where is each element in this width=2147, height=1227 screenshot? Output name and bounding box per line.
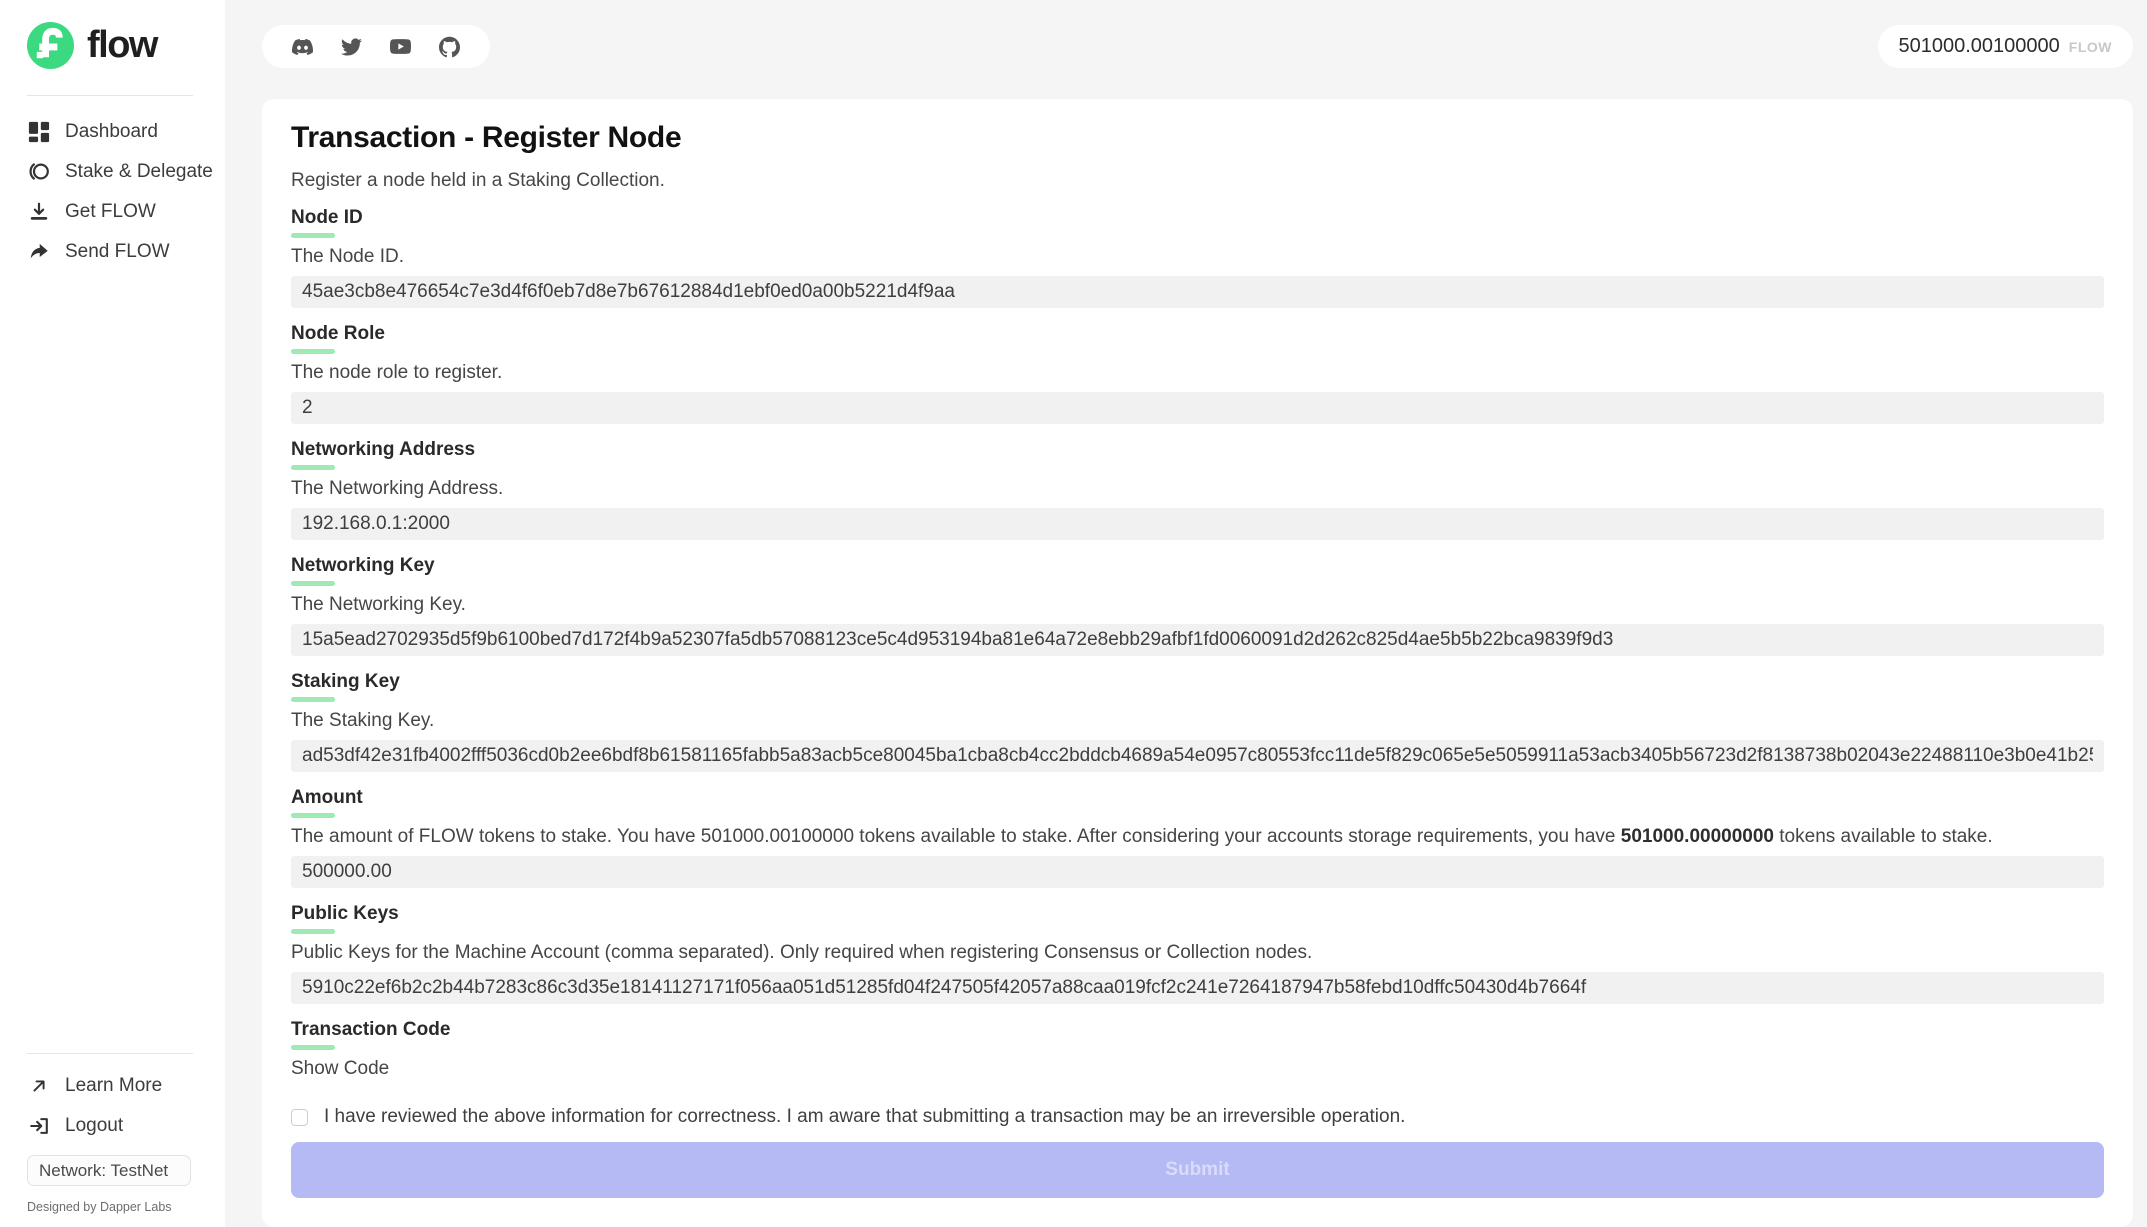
field-description: The Staking Key.: [291, 710, 2104, 732]
confirmation-row: I have reviewed the above information fo…: [291, 1106, 2104, 1128]
field-label: Node Role: [291, 323, 2104, 345]
flow-logo-icon: [27, 22, 74, 69]
sidebar-item-label: Send FLOW: [65, 241, 170, 263]
sidebar-item-label: Stake & Delegate: [65, 161, 213, 183]
sidebar-nav: Dashboard Stake & Delegate Get FLOW: [27, 120, 225, 263]
confirmation-label: I have reviewed the above information fo…: [324, 1106, 1405, 1128]
field-node-role: Node Role The node role to register.: [291, 323, 2104, 424]
brand-wordmark: flow: [87, 24, 157, 67]
label-underline: [291, 465, 335, 470]
node-role-input[interactable]: [291, 392, 2104, 424]
flow-brand[interactable]: flow: [27, 22, 225, 69]
field-label: Staking Key: [291, 671, 2104, 693]
sidebar-item-label: Learn More: [65, 1075, 162, 1097]
sidebar-footer-divider: [27, 1053, 193, 1054]
field-amount: Amount The amount of FLOW tokens to stak…: [291, 787, 2104, 888]
field-label: Networking Key: [291, 555, 2104, 577]
twitter-icon[interactable]: [341, 36, 362, 57]
sidebar-item-dashboard[interactable]: Dashboard: [27, 120, 225, 143]
balance-unit: FLOW: [2069, 39, 2112, 55]
youtube-icon[interactable]: [390, 36, 411, 57]
logout-icon: [27, 1114, 50, 1137]
field-node-id: Node ID The Node ID.: [291, 207, 2104, 308]
balance-amount: 501000.00100000: [1899, 35, 2060, 58]
github-icon[interactable]: [439, 36, 460, 57]
show-code-link[interactable]: Show Code: [291, 1058, 389, 1080]
external-link-arrow-icon: [27, 1074, 50, 1097]
credit-text: Designed by Dapper Labs: [27, 1200, 195, 1214]
field-public-keys: Public Keys Public Keys for the Machine …: [291, 903, 2104, 1004]
node-id-input[interactable]: [291, 276, 2104, 308]
sidebar-item-learn-more[interactable]: Learn More: [27, 1074, 195, 1097]
field-description: The Networking Key.: [291, 594, 2104, 616]
confirmation-checkbox[interactable]: [291, 1109, 308, 1126]
field-label: Public Keys: [291, 903, 2104, 925]
field-label: Networking Address: [291, 439, 2104, 461]
label-underline: [291, 233, 335, 238]
network-badge: Network: TestNet: [27, 1155, 191, 1186]
staking-key-input[interactable]: [291, 740, 2104, 772]
sidebar-item-get-flow[interactable]: Get FLOW: [27, 200, 225, 223]
stake-circles-icon: [27, 160, 50, 183]
field-label: Node ID: [291, 207, 2104, 229]
sidebar-item-stake-delegate[interactable]: Stake & Delegate: [27, 160, 225, 183]
label-underline: [291, 813, 335, 818]
label-underline: [291, 929, 335, 934]
sidebar-item-label: Dashboard: [65, 121, 158, 143]
sidebar-divider: [27, 95, 193, 96]
field-label: Amount: [291, 787, 2104, 809]
amount-input[interactable]: [291, 856, 2104, 888]
main-area: 501000.00100000 FLOW Transaction - Regis…: [225, 0, 2147, 1227]
field-description: The node role to register.: [291, 362, 2104, 384]
page-title: Transaction - Register Node: [291, 121, 2104, 155]
submit-button[interactable]: Submit: [291, 1142, 2104, 1198]
label-underline: [291, 697, 335, 702]
send-arrow-icon: [27, 240, 50, 263]
field-label: Transaction Code: [291, 1019, 2104, 1041]
page-subtitle: Register a node held in a Staking Collec…: [291, 170, 2104, 192]
account-balance-pill: 501000.00100000 FLOW: [1878, 25, 2134, 68]
field-description: The amount of FLOW tokens to stake. You …: [291, 826, 2104, 848]
public-keys-input[interactable]: [291, 972, 2104, 1004]
discord-icon[interactable]: [292, 36, 313, 57]
label-underline: [291, 1045, 335, 1050]
sidebar-item-label: Get FLOW: [65, 201, 156, 223]
sidebar-item-label: Logout: [65, 1115, 123, 1137]
networking-address-input[interactable]: [291, 508, 2104, 540]
networking-key-input[interactable]: [291, 624, 2104, 656]
field-networking-address: Networking Address The Networking Addres…: [291, 439, 2104, 540]
sidebar: flow Dashboard Stake & Delegate: [0, 0, 225, 1227]
label-underline: [291, 581, 335, 586]
field-staking-key: Staking Key The Staking Key.: [291, 671, 2104, 772]
field-description: Public Keys for the Machine Account (com…: [291, 942, 2104, 964]
field-description: The Node ID.: [291, 246, 2104, 268]
sidebar-item-logout[interactable]: Logout: [27, 1114, 195, 1137]
sidebar-footer: Learn More Logout Network: TestNet Desig…: [27, 1053, 195, 1214]
field-transaction-code: Transaction Code Show Code: [291, 1019, 2104, 1080]
transaction-card: Transaction - Register Node Register a n…: [262, 99, 2133, 1227]
label-underline: [291, 349, 335, 354]
available-balance-bold: 501000.00000000: [1621, 826, 1774, 847]
field-networking-key: Networking Key The Networking Key.: [291, 555, 2104, 656]
dashboard-grid-icon: [27, 120, 50, 143]
download-icon: [27, 200, 50, 223]
sidebar-footer-nav: Learn More Logout: [27, 1074, 195, 1137]
social-links-pill: [262, 25, 490, 68]
topbar: 501000.00100000 FLOW: [262, 25, 2133, 68]
sidebar-item-send-flow[interactable]: Send FLOW: [27, 240, 225, 263]
field-description: The Networking Address.: [291, 478, 2104, 500]
